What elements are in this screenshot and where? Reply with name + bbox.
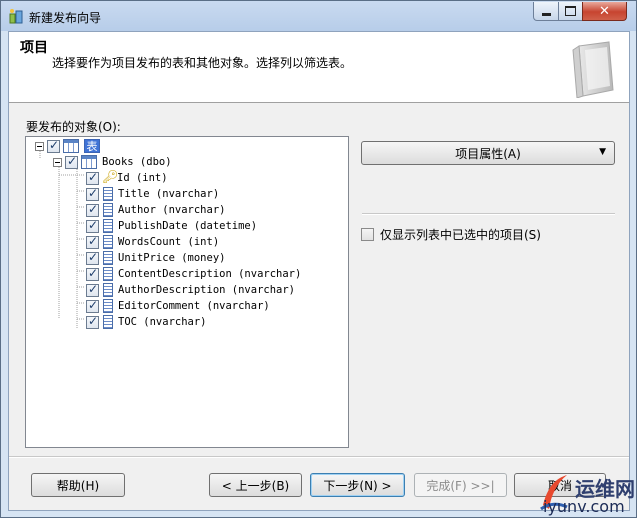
column-label: TOC (nvarchar) [118, 316, 207, 328]
tables-folder-icon: 表 [84, 139, 100, 153]
publication-book-icon [572, 41, 614, 98]
table-icon [63, 139, 79, 153]
column-label: WordsCount (int) [118, 236, 220, 248]
tree-node-column[interactable]: TOC (nvarchar) [86, 314, 207, 330]
column-icon [103, 283, 113, 297]
maximize-button[interactable] [558, 2, 583, 21]
wizard-window: 新建发布向导 ✕ 项目 选择要作为项目发布的表和其他对象。选择列以筛选表。 要发… [0, 0, 637, 518]
tree-node-column[interactable]: ContentDescription (nvarchar) [86, 266, 301, 282]
column-icon [103, 187, 113, 201]
column-icon [103, 203, 113, 217]
finish-button[interactable]: 完成(F) >>| [414, 473, 507, 497]
column-checkbox[interactable] [86, 298, 99, 313]
column-label: Id (int) [117, 172, 168, 184]
column-checkbox[interactable] [86, 234, 99, 249]
column-icon [103, 219, 113, 233]
column-checkbox[interactable] [86, 282, 99, 297]
maximize-icon [565, 6, 576, 16]
tree-node-column[interactable]: WordsCount (int) [86, 234, 219, 250]
tables-root-checkbox[interactable] [47, 138, 60, 153]
window-title: 新建发布向导 [29, 11, 102, 25]
tree-expander[interactable] [35, 141, 44, 151]
separator [362, 213, 615, 215]
books-checkbox[interactable] [65, 154, 78, 169]
column-label: PublishDate (datetime) [118, 220, 258, 232]
column-checkbox[interactable] [86, 250, 99, 265]
article-properties-button[interactable]: 项目属性(A) ▼ [361, 141, 615, 165]
watermark: 运维网 iyunv.com [531, 471, 637, 519]
tree-node-column[interactable]: Title (nvarchar) [86, 186, 219, 202]
column-checkbox[interactable] [86, 218, 99, 233]
tree-node-column[interactable]: UnitPrice (money) [86, 250, 225, 266]
wizard-header: 项目 选择要作为项目发布的表和其他对象。选择列以筛选表。 [9, 32, 629, 103]
column-label: Author (nvarchar) [118, 204, 226, 216]
tree-node-column[interactable]: AuthorDescription (nvarchar) [86, 282, 295, 298]
tree-node-column[interactable]: PublishDate (datetime) [86, 218, 257, 234]
minimize-button[interactable] [533, 2, 559, 21]
column-icon [103, 251, 113, 265]
books-label: Books (dbo) [102, 156, 172, 168]
minimize-icon [541, 13, 551, 16]
watermark-line2: iyunv.com [543, 497, 625, 516]
key-icon: 🔑︎ [102, 170, 119, 185]
tree-expander[interactable] [53, 157, 62, 167]
column-checkbox[interactable] [86, 186, 99, 201]
next-button[interactable]: 下一步(N) > [310, 473, 405, 497]
footer-separator [9, 456, 629, 458]
tree-node-column[interactable]: 🔑︎ Id (int) [86, 170, 168, 186]
tree-node-tables-root[interactable]: 表 [35, 138, 105, 154]
column-label: Title (nvarchar) [118, 188, 220, 200]
dropdown-arrow-icon: ▼ [599, 147, 606, 157]
only-selected-label: 仅显示列表中已选中的项目(S) [380, 228, 541, 242]
dialog-client: 项目 选择要作为项目发布的表和其他对象。选择列以筛选表。 要发布的对象(O): [8, 31, 630, 511]
help-button[interactable]: 帮助(H) [31, 473, 125, 497]
column-checkbox[interactable] [86, 266, 99, 281]
title-bar[interactable]: 新建发布向导 ✕ [1, 1, 636, 31]
back-button[interactable]: < 上一步(B) [209, 473, 302, 497]
column-label: EditorComment (nvarchar) [118, 300, 270, 312]
tree-node-column[interactable]: EditorComment (nvarchar) [86, 298, 270, 314]
page-title: 项目 [20, 40, 48, 56]
column-label: UnitPrice (money) [118, 252, 226, 264]
column-icon [103, 315, 113, 329]
tree-node-column[interactable]: Author (nvarchar) [86, 202, 225, 218]
close-button[interactable]: ✕ [582, 2, 627, 21]
column-checkbox[interactable] [86, 314, 99, 329]
column-checkbox[interactable] [86, 170, 99, 185]
page-description: 选择要作为项目发布的表和其他对象。选择列以筛选表。 [52, 56, 353, 70]
column-icon [103, 267, 113, 281]
close-icon: ✕ [599, 3, 610, 19]
only-selected-toggle[interactable]: 仅显示列表中已选中的项目(S) [361, 226, 541, 243]
objects-label: 要发布的对象(O): [26, 120, 121, 134]
column-icon [103, 235, 113, 249]
only-selected-checkbox[interactable] [361, 228, 374, 241]
tree-node-books[interactable]: Books (dbo) [53, 154, 172, 170]
column-label: ContentDescription (nvarchar) [118, 268, 302, 280]
wizard-app-icon [9, 9, 23, 24]
objects-tree[interactable]: 表 Books (dbo) 🔑︎ Id (int) Title (nvarcha… [25, 136, 349, 448]
article-properties-label: 项目属性(A) [455, 146, 521, 161]
column-label: AuthorDescription (nvarchar) [118, 284, 296, 296]
table-icon [81, 155, 97, 169]
column-checkbox[interactable] [86, 202, 99, 217]
column-icon [103, 299, 113, 313]
